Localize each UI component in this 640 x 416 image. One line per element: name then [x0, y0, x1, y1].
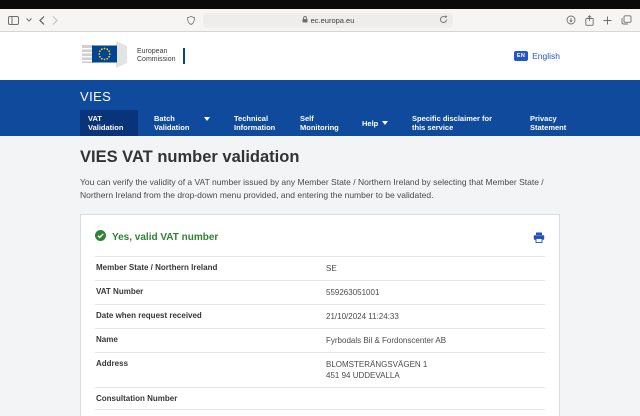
ec-header: European Commission EN English: [0, 32, 640, 80]
chevron-down-icon: [382, 121, 388, 125]
sidebar-icon[interactable]: [8, 16, 19, 25]
ec-logo-divider: [183, 48, 185, 64]
browser-toolbar: ec.europa.eu: [0, 9, 640, 32]
back-icon[interactable]: [39, 16, 45, 25]
table-row: AddressBLOMSTERÄNGSVÄGEN 1 451 94 UDDEVA…: [95, 352, 545, 387]
row-value: SE: [326, 263, 337, 274]
eu-flag-icon: [80, 39, 132, 74]
nav-item-help[interactable]: Help: [354, 110, 396, 136]
ec-logo-text: European Commission: [137, 48, 176, 65]
table-row: Consultation Number: [95, 387, 545, 410]
main-content: VIES VAT number validation You can verif…: [0, 136, 640, 416]
row-label: VAT Number: [96, 287, 326, 298]
nav-item-self-monitoring[interactable]: Self Monitoring: [292, 110, 346, 136]
table-row: Member State / Northern IrelandSE: [95, 256, 545, 280]
row-label: Address: [96, 359, 326, 381]
tabs-overview-icon[interactable]: [621, 15, 632, 25]
row-label: Date when request received: [96, 311, 326, 322]
language-label: English: [532, 51, 560, 61]
nav-item-label: Specific disclaimer for this service: [412, 114, 506, 132]
language-badge: EN: [514, 51, 528, 61]
vies-nav: VIES VAT Validation Batch Validation Techn…: [0, 80, 640, 136]
downloads-icon[interactable]: [566, 15, 576, 25]
ec-logo[interactable]: European Commission: [80, 39, 185, 74]
chevron-down-icon: [204, 117, 210, 121]
reload-icon[interactable]: [439, 15, 448, 24]
forward-icon[interactable]: [52, 16, 58, 25]
nav-item-label: Self Monitoring: [300, 114, 339, 132]
nav-item-label: Technical Information: [234, 114, 276, 132]
row-value: 559263051001: [326, 287, 379, 298]
page-description: You can verify the validity of a VAT num…: [80, 176, 560, 202]
row-label: Member State / Northern Ireland: [96, 263, 326, 274]
result-table: Member State / Northern IrelandSEVAT Num…: [95, 256, 545, 410]
site-title: VIES: [0, 80, 640, 110]
row-label: Consultation Number: [96, 394, 326, 403]
nav-item-label: VAT Validation: [88, 114, 130, 132]
url-text: ec.europa.eu: [311, 16, 355, 25]
nav-item-label: Batch Validation: [154, 114, 200, 132]
share-icon[interactable]: [585, 15, 594, 26]
print-icon[interactable]: [533, 232, 545, 243]
window-titlebar: [0, 0, 640, 9]
result-card: Yes, valid VAT number Member State / Nor…: [80, 214, 560, 416]
language-selector[interactable]: EN English: [514, 51, 560, 61]
row-value: 21/10/2024 11:24:33: [326, 311, 399, 322]
table-row: Date when request received21/10/2024 11:…: [95, 304, 545, 328]
nav-item-label: Privacy Statement: [530, 114, 566, 132]
nav-item-label: Help: [362, 119, 378, 128]
tab-group-chevron-icon[interactable]: [26, 18, 32, 22]
nav-item-vat-validation[interactable]: VAT Validation: [80, 110, 138, 136]
row-value: BLOMSTERÄNGSVÄGEN 1 451 94 UDDEVALLA: [326, 359, 427, 381]
status-text: Yes, valid VAT number: [112, 232, 218, 243]
privacy-shield-icon[interactable]: [187, 16, 195, 25]
new-tab-icon[interactable]: [603, 16, 612, 25]
nav-item-specific-disclaimer-for-this-service[interactable]: Specific disclaimer for this service: [404, 110, 514, 136]
table-row: VAT Number559263051001: [95, 280, 545, 304]
table-row: NameFyrbodals Bil & Fordonscenter AB: [95, 328, 545, 352]
lock-icon: [302, 16, 308, 25]
address-bar[interactable]: ec.europa.eu: [203, 13, 453, 28]
valid-check-icon: [95, 228, 106, 246]
nav-menu: VAT Validation Batch Validation Technical …: [0, 110, 640, 136]
row-label: Name: [96, 335, 326, 346]
page-title: VIES VAT number validation: [80, 148, 560, 167]
nav-item-technical-information[interactable]: Technical Information: [226, 110, 284, 136]
result-card-header: Yes, valid VAT number: [95, 215, 545, 256]
nav-item-batch-validation[interactable]: Batch Validation: [146, 110, 218, 136]
nav-item-privacy-statement[interactable]: Privacy Statement: [522, 110, 572, 136]
row-value: Fyrbodals Bil & Fordonscenter AB: [326, 335, 446, 346]
